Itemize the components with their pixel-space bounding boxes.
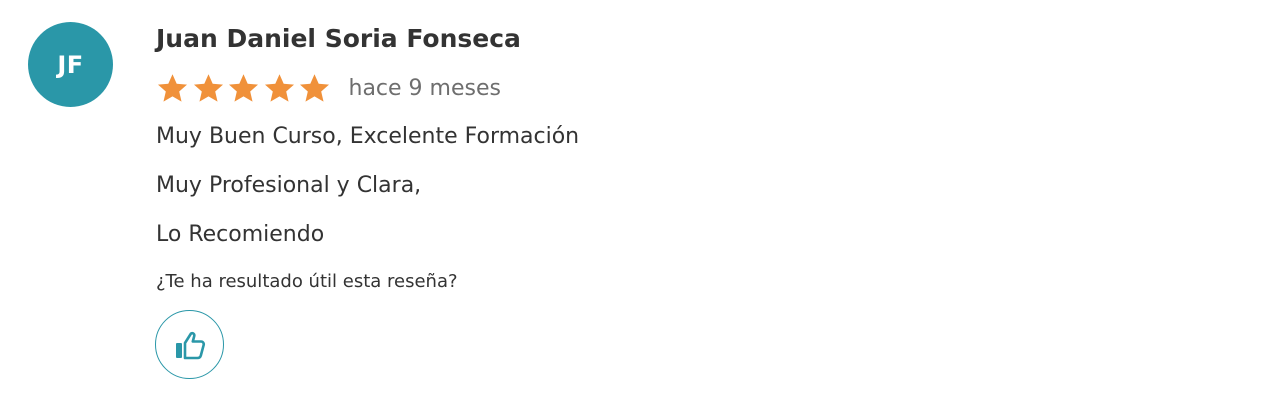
like-button[interactable]	[155, 310, 224, 379]
author-name: Juan Daniel Soria Fonseca	[156, 24, 521, 53]
avatar-initials: JF	[57, 50, 84, 79]
helpful-question: ¿Te ha resultado útil esta reseña?	[156, 271, 458, 292]
review-text-line: Lo Recomiendo	[156, 222, 325, 247]
review-date: hace 9 meses	[348, 75, 501, 101]
star-icon	[157, 73, 188, 102]
star-rating	[156, 72, 334, 105]
star-icon	[299, 73, 330, 102]
star-icon	[228, 73, 259, 102]
star-icon	[193, 73, 223, 102]
rating-row: hace 9 meses	[156, 70, 501, 106]
review-text-line: Muy Profesional y Clara,	[156, 173, 422, 198]
thumbs-up-icon	[175, 331, 205, 359]
avatar: JF	[28, 22, 113, 107]
review-text-line: Muy Buen Curso, Excelente Formación	[156, 124, 580, 149]
star-icon	[264, 73, 294, 102]
